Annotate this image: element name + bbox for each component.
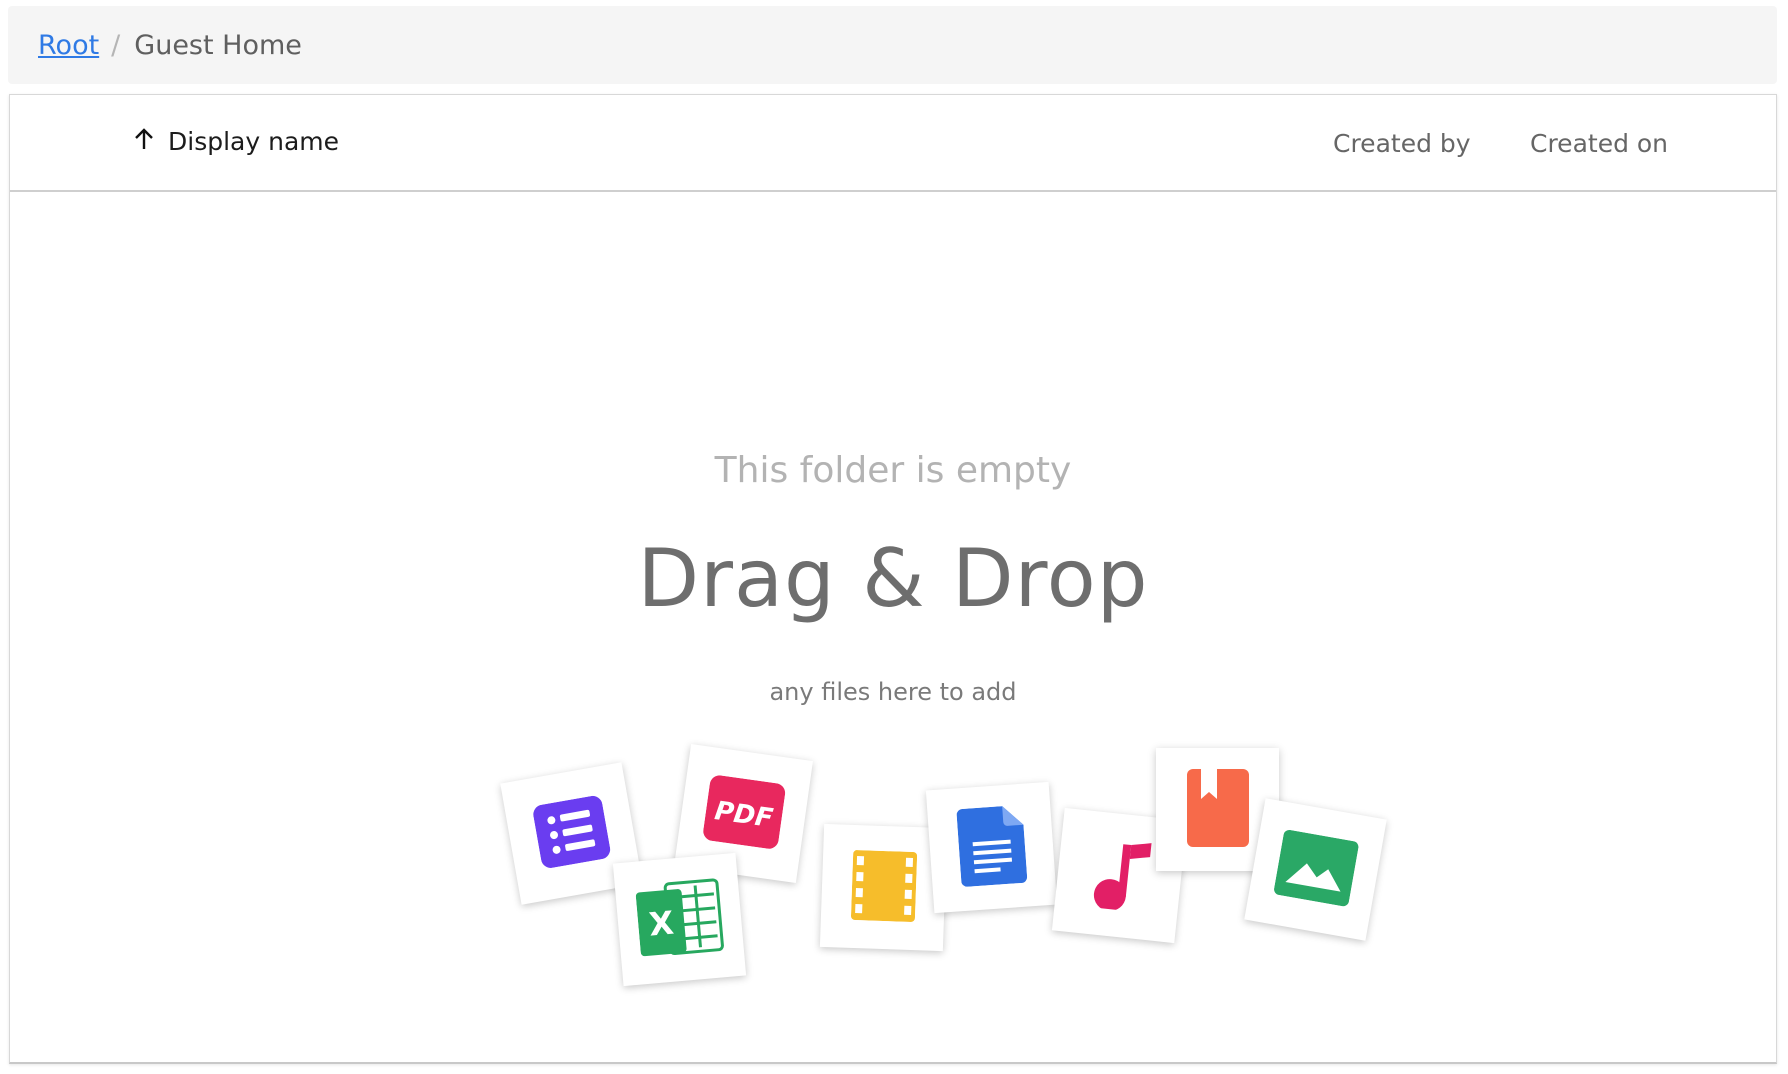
music-note-icon xyxy=(1086,835,1154,917)
pdf-icon: PDF xyxy=(701,774,786,854)
text-document-card xyxy=(925,781,1058,914)
text-document-icon xyxy=(956,804,1028,890)
svg-text:X: X xyxy=(647,903,675,943)
column-header-created-by[interactable]: Created by xyxy=(1333,129,1471,158)
image-icon xyxy=(1272,828,1359,910)
breadcrumb-current: Guest Home xyxy=(134,29,302,61)
bookmark-book-icon xyxy=(1186,768,1249,851)
breadcrumb-root-link[interactable]: Root xyxy=(38,30,99,61)
drag-drop-subtitle: any files here to add xyxy=(769,678,1017,706)
arrow-up-icon xyxy=(134,127,168,156)
image-card xyxy=(1244,798,1387,941)
empty-folder-title: This folder is empty xyxy=(714,450,1072,491)
spreadsheet-card: X xyxy=(612,852,747,987)
column-header-display-name[interactable]: Display name xyxy=(134,127,339,156)
breadcrumb: Root / Guest Home xyxy=(8,6,1777,84)
spreadsheet-icon: X xyxy=(634,877,724,962)
video-card xyxy=(819,823,948,952)
column-header-created-on[interactable]: Created on xyxy=(1530,129,1668,158)
column-label-display-name: Display name xyxy=(168,127,339,156)
file-list-panel: Display name Created by Created on This … xyxy=(9,94,1777,1064)
table-header: Display name Created by Created on xyxy=(10,95,1776,192)
drag-drop-headline: Drag & Drop xyxy=(637,532,1149,625)
drop-zone[interactable]: This folder is empty Drag & Drop any fil… xyxy=(10,192,1776,1052)
video-film-icon xyxy=(850,849,917,925)
breadcrumb-separator: / xyxy=(111,29,121,61)
list-document-icon xyxy=(531,794,612,873)
